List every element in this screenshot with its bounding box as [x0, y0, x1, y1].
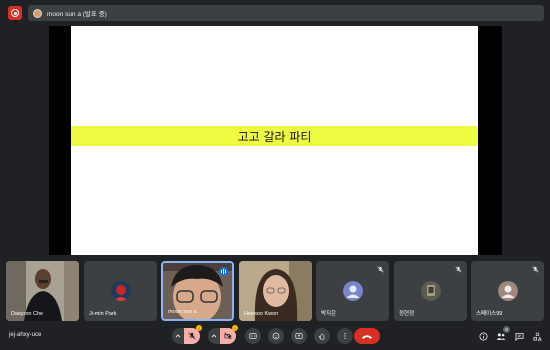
camera-options-button[interactable]: [208, 328, 220, 344]
participant-tile[interactable]: 스페이스99: [471, 261, 544, 321]
record-icon: [11, 9, 19, 17]
camera-warning-badge: !: [232, 325, 238, 331]
mic-options-button[interactable]: [172, 328, 184, 344]
participant-avatar: [420, 281, 441, 301]
camera-toggle-button[interactable]: !: [220, 325, 238, 344]
mic-toggle-button[interactable]: !: [184, 325, 202, 344]
slide-title: 고고 갈라 파티: [237, 129, 312, 144]
participant-name: 정현정: [399, 311, 415, 317]
participant-name: 박지은: [321, 311, 337, 317]
people-count-badge: 8: [503, 326, 510, 333]
more-vert-icon: [344, 332, 346, 340]
captions-button[interactable]: [245, 328, 261, 344]
participant-name: Heesoo Kwon: [244, 311, 279, 317]
mic-warning-badge: !: [196, 325, 202, 331]
presenter-avatar: [33, 8, 42, 18]
participant-tile-active[interactable]: moon sun a: [161, 261, 234, 321]
more-options-button[interactable]: [337, 328, 353, 344]
meeting-code: jej-ahxy-uce: [9, 332, 42, 338]
mic-off-icon: [532, 266, 539, 273]
emoji-icon: [272, 332, 280, 340]
hand-icon: [318, 333, 325, 340]
camera-off-icon: [224, 332, 232, 340]
participant-name: Ji-min Park: [89, 311, 117, 317]
shared-screen: 고고 갈라 파티: [49, 26, 502, 255]
end-call-button[interactable]: [354, 328, 380, 344]
closed-captions-icon: [249, 333, 257, 339]
chat-icon: [514, 332, 524, 341]
participant-tile[interactable]: Heesoo Kwon: [239, 261, 312, 321]
activities-icon: [533, 331, 542, 340]
chevron-up-icon: [211, 334, 217, 338]
activities-button[interactable]: [531, 330, 543, 342]
mic-off-icon: [455, 266, 462, 273]
participant-tile[interactable]: 박지은: [316, 261, 389, 321]
hang-up-icon: [362, 334, 372, 339]
participant-name: moon sun a: [168, 309, 197, 315]
reactions-button[interactable]: [268, 328, 284, 344]
mic-off-icon: [377, 266, 384, 273]
participant-tile[interactable]: 정현정: [394, 261, 467, 321]
presenter-label: moon sun a (발표 중): [47, 11, 107, 18]
participant-tile[interactable]: Daejoon Che: [6, 261, 79, 321]
present-button[interactable]: [291, 328, 307, 344]
present-screen-icon: [295, 333, 303, 339]
meeting-info-button[interactable]: [477, 330, 489, 342]
participant-name: Daejoon Che: [11, 311, 44, 317]
presentation-slide: 고고 갈라 파티: [71, 26, 478, 255]
presenter-banner[interactable]: moon sun a (발표 중): [28, 5, 544, 21]
slide-title-band: 고고 갈라 파티: [71, 126, 478, 146]
participant-tile[interactable]: Ji-min Park: [84, 261, 157, 321]
chevron-up-icon: [175, 334, 181, 338]
participant-avatar: [110, 281, 131, 301]
raise-hand-button[interactable]: [314, 328, 330, 344]
meet-window: moon sun a (발표 중) 고고 갈라 파티 Daejoon Che J…: [0, 0, 550, 350]
participant-name: 스페이스99: [476, 311, 503, 317]
default-avatar-icon: [497, 281, 518, 301]
mic-off-icon: [188, 332, 196, 340]
default-avatar-icon: [342, 281, 363, 301]
chat-button[interactable]: [513, 330, 525, 342]
record-button[interactable]: [8, 6, 22, 20]
speaking-indicator-icon: [219, 267, 228, 276]
people-button[interactable]: 8: [495, 326, 510, 342]
info-icon: [478, 331, 488, 341]
